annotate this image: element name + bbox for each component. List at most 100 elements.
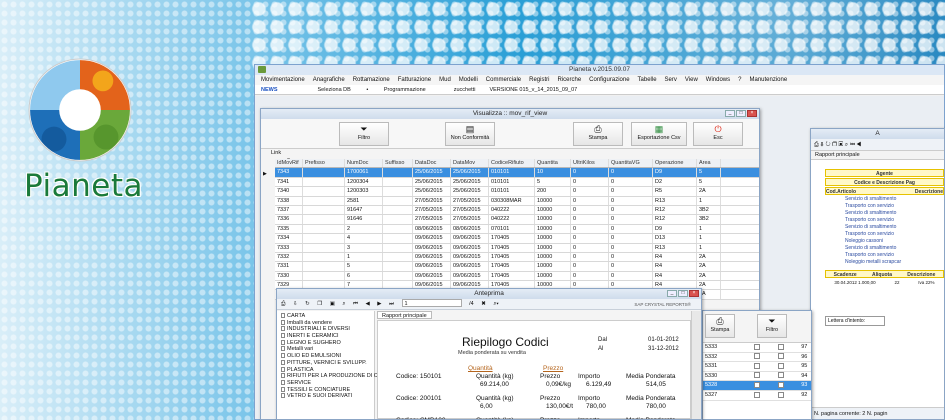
row-checkbox[interactable] <box>777 353 784 360</box>
tree-item[interactable]: PLASTICA <box>277 367 374 374</box>
tree-item[interactable]: INDUSTRIALI E DIVERSI <box>277 326 374 333</box>
tree-item[interactable]: PITTURE, VERNICI E SVILUPP. <box>277 360 374 367</box>
anteprima-title-bar[interactable]: Anteprima _ □ × <box>277 289 701 299</box>
menu-mud[interactable]: Mud <box>439 75 451 85</box>
table-row[interactable]: 7330 6 09/06/2015 09/06/2015 170405 10000 0 0 R4… <box>275 271 759 282</box>
table-row[interactable]: 5330 94 <box>703 372 811 382</box>
menu-movimentazione[interactable]: Movimentazione <box>261 75 305 85</box>
export-icon[interactable]: ⇩ <box>293 301 298 307</box>
menu-rottamazione[interactable]: Rottamazione <box>353 75 390 85</box>
menu-windows[interactable]: Windows <box>706 75 730 85</box>
tree-item[interactable]: SERVICE <box>277 380 374 387</box>
last-page-icon[interactable]: ⏭ <box>389 301 394 307</box>
tree-item[interactable]: RIFIUTI PER LA PRODUZIONE DI CARTA <box>277 373 392 380</box>
row-checkbox[interactable] <box>754 353 761 360</box>
col-ultrikilos[interactable]: UltriKilos <box>571 159 609 168</box>
tree-item[interactable]: INERTI E CERAMICI <box>277 333 374 340</box>
tree-toggle-icon[interactable]: ▣ <box>839 142 844 148</box>
menu-help[interactable]: ? <box>738 75 741 85</box>
tab-rapport-principale[interactable]: Rapport principale <box>811 151 944 160</box>
next-page-icon[interactable]: ▶ <box>377 301 381 307</box>
maximize-button[interactable]: □ <box>736 110 746 117</box>
prev-page-icon[interactable]: ◀ <box>366 301 370 307</box>
table-row[interactable]: 5327 92 <box>703 391 811 401</box>
menu-ricerche[interactable]: Ricerche <box>557 75 581 85</box>
table-row[interactable]: 7338 2581 27/05/2015 27/05/2015 030308MAR 100… <box>275 196 759 206</box>
first-page-icon[interactable]: ⏮ <box>353 301 358 307</box>
row-checkbox[interactable] <box>754 343 761 350</box>
secondary-print-button[interactable]: ⎙ Stampa <box>705 314 735 338</box>
tree-item[interactable]: LEGNO E SUGHERO <box>277 340 374 347</box>
refresh-icon[interactable]: ↻ <box>305 301 310 307</box>
row-checkbox[interactable] <box>754 362 761 369</box>
table-row[interactable]: 7331 5 09/06/2015 09/06/2015 170405 10000 0 0 R4… <box>275 262 759 272</box>
copy-icon[interactable]: ❐ <box>832 142 837 148</box>
menu-commerciale[interactable]: Commerciale <box>486 75 521 85</box>
table-row[interactable]: 7335 2 08/06/2015 08/06/2015 070101 10000 0 0 D9… <box>275 224 759 235</box>
minimize-button[interactable]: _ <box>725 110 735 117</box>
col-quantitavg[interactable]: QuantitaVG <box>609 159 653 168</box>
export-csv-button[interactable]: ▦ Esportazione Csv <box>631 122 687 146</box>
filter-button[interactable]: ⏷ Filtro <box>339 122 389 146</box>
tree-item[interactable]: OLIO ED EMULSIONI <box>277 353 374 360</box>
close-button[interactable]: × <box>689 290 699 297</box>
tree-item[interactable]: TESSILI E CONCIATURE <box>277 387 374 394</box>
table-row[interactable]: 7337 91647 27/05/2015 27/05/2015 040222 10000… <box>275 205 759 216</box>
menu-manutenzione[interactable]: Manutenzione <box>749 75 787 85</box>
search-icon[interactable]: ⌕ <box>845 142 848 148</box>
visualizza-title-bar[interactable]: Visualizza :: mov_rif_view _ □ × <box>261 109 759 119</box>
print-icon[interactable]: ⎙ <box>814 142 819 148</box>
non-conformita-button[interactable]: ▤ Non Conformità <box>445 122 495 146</box>
menu-view[interactable]: View <box>685 75 698 85</box>
table-row[interactable]: 7334 4 09/06/2015 09/06/2015 170405 10000 0 0 D1… <box>275 234 759 244</box>
table-row[interactable]: 5328 93 <box>703 381 811 391</box>
col-operazione[interactable]: Operazione <box>653 159 697 168</box>
row-checkbox[interactable] <box>777 362 784 369</box>
menu-fatturazione[interactable]: Fatturazione <box>398 75 431 85</box>
close-button[interactable]: × <box>747 110 757 117</box>
table-row[interactable]: 5333 97 <box>703 343 811 353</box>
col-quantita[interactable]: Quantita <box>535 159 571 168</box>
secondary-filter-button[interactable]: ⏷ Filtro <box>757 314 787 338</box>
col-datadoc[interactable]: DataDoc <box>413 159 451 168</box>
col-idmovrif[interactable]: IdMovRif <box>275 159 303 168</box>
row-checkbox[interactable] <box>777 372 784 379</box>
col-suffisso[interactable]: Suffisso <box>383 159 413 168</box>
menu-tabelle[interactable]: Tabelle <box>638 75 657 85</box>
table-row[interactable]: 7333 3 09/06/2015 09/06/2015 170405 10000 0 0 R1… <box>275 243 759 253</box>
prev-page-icon[interactable]: ◀ <box>857 142 862 148</box>
minimize-button[interactable]: _ <box>667 290 677 297</box>
maximize-button[interactable]: □ <box>678 290 688 297</box>
copy-icon[interactable]: ❐ <box>317 301 322 307</box>
row-checkbox[interactable] <box>777 381 784 388</box>
search-icon[interactable]: ⌕ <box>342 301 345 307</box>
table-row[interactable]: 7341 1200304 25/06/2015 25/06/2015 010101 5 0 0… <box>275 177 759 188</box>
export-icon[interactable]: ⇩ <box>820 142 823 148</box>
exit-button[interactable]: ⏻ Esc <box>693 122 743 146</box>
select-db-link[interactable]: Seleziona DB • Programmazione <box>318 85 440 94</box>
menu-anagrafiche[interactable]: Anagrafiche <box>313 75 345 85</box>
news-link[interactable]: NEWS <box>261 85 278 94</box>
col-codicerifiuto[interactable]: CodiceRifiuto <box>489 159 535 168</box>
menu-serv[interactable]: Serv <box>665 75 677 85</box>
menu-configurazione[interactable]: Configurazione <box>589 75 629 85</box>
refresh-icon[interactable]: ↻ <box>826 142 831 148</box>
tab-rapport-principale[interactable]: Rapport principale <box>377 311 432 319</box>
col-prefisso[interactable]: Prefisso <box>303 159 345 168</box>
menu-modelli[interactable]: Modelli <box>459 75 478 85</box>
table-row[interactable]: 7343 1700061 25/06/2015 25/06/2015 010101 10 0… <box>275 168 759 178</box>
first-page-icon[interactable]: ⏮ <box>850 142 855 148</box>
row-checkbox[interactable] <box>777 391 784 398</box>
menu-registri[interactable]: Registri <box>529 75 549 85</box>
close-report-icon[interactable]: ✖ <box>481 301 486 307</box>
table-row[interactable]: 7336 91646 27/05/2015 27/05/2015 040222 10000… <box>275 215 759 225</box>
tree-toggle-icon[interactable]: ▣ <box>330 301 335 307</box>
table-row[interactable]: 7340 1200303 25/06/2015 25/06/2015 010101 200… <box>275 187 759 197</box>
col-area[interactable]: Area <box>697 159 721 168</box>
row-checkbox[interactable] <box>754 381 761 388</box>
report-scrollbar[interactable] <box>691 311 701 419</box>
table-row[interactable]: 7332 1 09/06/2015 09/06/2015 170405 10000 0 0 R4… <box>275 252 759 263</box>
row-checkbox[interactable] <box>777 343 784 350</box>
print-button[interactable]: ⎙ Stampa <box>573 122 623 146</box>
col-datamov[interactable]: DataMov <box>451 159 489 168</box>
